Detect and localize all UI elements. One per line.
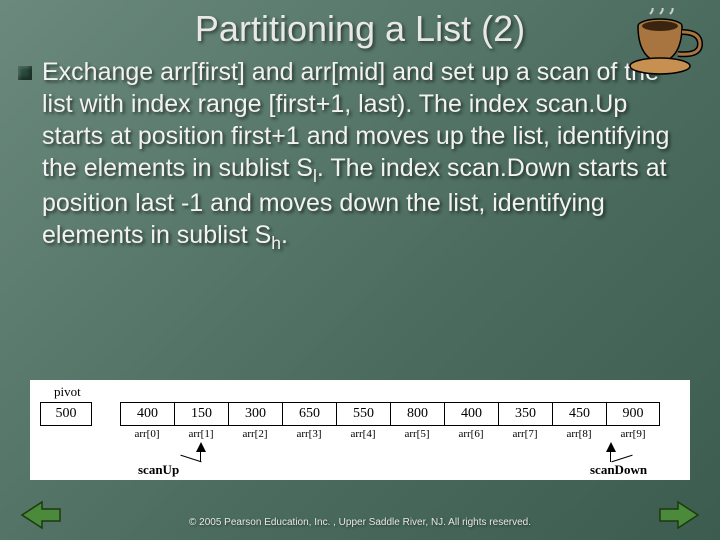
arr-cell: 800 bbox=[390, 402, 444, 426]
body-p3: . bbox=[281, 221, 288, 249]
slide-title: Partitioning a List (2) bbox=[0, 0, 720, 50]
arr-label: arr[5] bbox=[390, 428, 444, 440]
coffee-cup-icon bbox=[628, 8, 708, 78]
arr-label: arr[9] bbox=[606, 428, 660, 440]
prev-slide-button[interactable] bbox=[20, 500, 62, 530]
arr-label: arr[1] bbox=[174, 428, 228, 440]
arr-cell: 400 bbox=[120, 402, 174, 426]
arr-cell: 300 bbox=[228, 402, 282, 426]
pivot-value: 500 bbox=[40, 402, 92, 426]
body-text: Exchange arr[first] and arr[mid] and set… bbox=[42, 56, 692, 255]
arr-label: arr[3] bbox=[282, 428, 336, 440]
slide: Partitioning a List (2) Exchange arr[fir… bbox=[0, 0, 720, 540]
bullet-row: Exchange arr[first] and arr[mid] and set… bbox=[0, 50, 720, 255]
pivot-label: pivot bbox=[54, 384, 81, 400]
arr-label: arr[4] bbox=[336, 428, 390, 440]
arr-cell: 550 bbox=[336, 402, 390, 426]
arr-label: arr[6] bbox=[444, 428, 498, 440]
arr-cell: 900 bbox=[606, 402, 660, 426]
arr-cell: 450 bbox=[552, 402, 606, 426]
bullet-icon bbox=[18, 66, 32, 80]
next-slide-button[interactable] bbox=[658, 500, 700, 530]
body-sub2: h bbox=[271, 233, 281, 253]
arr-label: arr[7] bbox=[498, 428, 552, 440]
array-index-labels: arr[0] arr[1] arr[2] arr[3] arr[4] arr[5… bbox=[120, 428, 660, 440]
array-cells: 400 150 300 650 550 800 400 350 450 900 bbox=[120, 402, 660, 426]
scanup-label: scanUp bbox=[138, 462, 179, 478]
arr-cell: 650 bbox=[282, 402, 336, 426]
arr-cell: 400 bbox=[444, 402, 498, 426]
scanup-arrow-tail bbox=[180, 455, 201, 463]
scanup-arrow-icon bbox=[196, 442, 206, 452]
arr-label: arr[8] bbox=[552, 428, 606, 440]
arr-label: arr[0] bbox=[120, 428, 174, 440]
copyright-footer: © 2005 Pearson Education, Inc. , Upper S… bbox=[0, 517, 720, 528]
arr-label: arr[2] bbox=[228, 428, 282, 440]
scandown-arrow-icon bbox=[606, 442, 616, 452]
arr-cell: 150 bbox=[174, 402, 228, 426]
array-diagram: pivot 500 400 150 300 650 550 800 400 35… bbox=[30, 380, 690, 480]
arr-cell: 350 bbox=[498, 402, 552, 426]
scandown-label: scanDown bbox=[590, 462, 647, 478]
